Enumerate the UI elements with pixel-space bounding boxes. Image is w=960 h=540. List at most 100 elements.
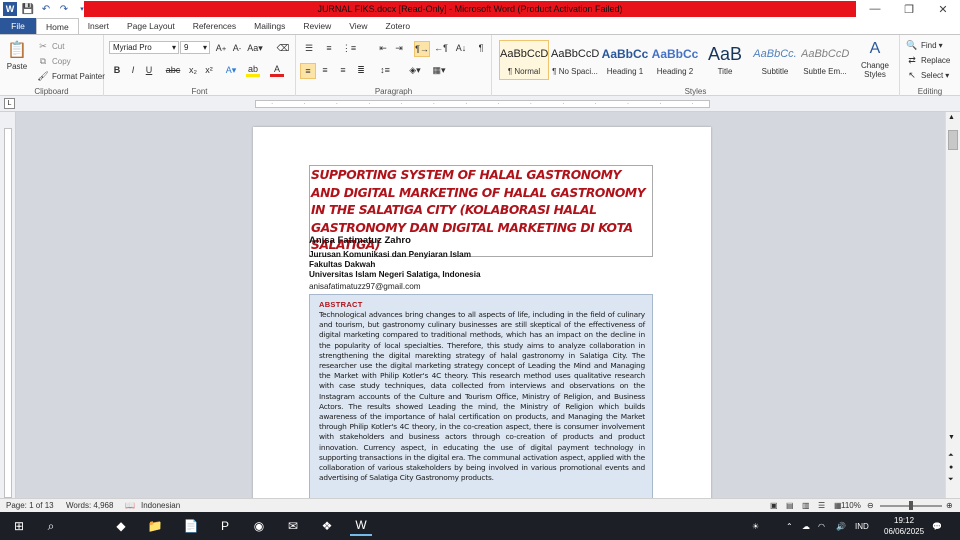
weather-icon[interactable]: ☀: [752, 512, 759, 540]
line-spacing-button[interactable]: ↕≡: [378, 63, 392, 77]
vertical-ruler-scale[interactable]: [4, 128, 12, 498]
volume-icon[interactable]: 🔊: [836, 512, 846, 540]
bullets-button[interactable]: ☰: [302, 41, 316, 55]
align-center-button[interactable]: ≡: [318, 63, 332, 77]
italic-button[interactable]: I: [126, 63, 140, 77]
windows-start-icon[interactable]: ⊞: [8, 516, 30, 536]
affiliation-department[interactable]: Jurusan Komunikasi dan Penyiaran Islam: [309, 250, 471, 259]
style-title[interactable]: AaB Title: [700, 40, 750, 80]
font-color-button[interactable]: A: [270, 63, 284, 77]
grow-font-button[interactable]: A +: [214, 41, 228, 55]
change-case-button[interactable]: Aa▾: [247, 41, 263, 55]
previous-page-icon[interactable]: ⏶: [948, 452, 954, 460]
align-left-button[interactable]: ≡: [300, 63, 316, 79]
tab-page-layout[interactable]: Page Layout: [118, 18, 184, 34]
bold-button[interactable]: B: [110, 63, 124, 77]
abstract-box[interactable]: ABSTRACT Technological advances bring ch…: [309, 294, 653, 498]
replace-button[interactable]: ⇄ Replace: [905, 53, 950, 67]
cut-button[interactable]: ✂ Cut: [36, 39, 64, 53]
clock[interactable]: 19:12 06/06/2025: [884, 512, 924, 540]
zoom-slider-thumb[interactable]: [909, 501, 913, 510]
restore-button[interactable]: ❐: [892, 0, 926, 18]
ruler-scale[interactable]: · · · · · · · · · · · · · ·: [255, 100, 710, 108]
align-right-button[interactable]: ≡: [336, 63, 350, 77]
print-layout-icon[interactable]: ▣: [770, 501, 778, 510]
zoom-level[interactable]: 110%: [841, 501, 861, 510]
show-marks-button[interactable]: ¶: [474, 41, 488, 55]
sort-button[interactable]: A↓: [454, 41, 468, 55]
tab-selector[interactable]: L: [4, 98, 15, 109]
numbering-button[interactable]: ≡: [322, 41, 336, 55]
proofing-icon[interactable]: 📖: [125, 501, 135, 510]
tab-insert[interactable]: Insert: [79, 18, 118, 34]
word-taskbar-icon[interactable]: W: [350, 516, 372, 536]
increase-indent-button[interactable]: ⇥: [392, 41, 406, 55]
clear-formatting-button[interactable]: ⌫: [276, 41, 290, 55]
pdf-icon[interactable]: 📄: [180, 516, 202, 536]
tab-zotero[interactable]: Zotero: [377, 18, 420, 34]
tray-chevron-icon[interactable]: ⌃: [786, 512, 793, 540]
highlight-button[interactable]: ab: [246, 63, 260, 77]
edge-icon[interactable]: ◉: [248, 516, 270, 536]
outlook-icon[interactable]: ✉: [282, 516, 304, 536]
next-page-icon[interactable]: ⏷: [948, 476, 954, 484]
rtl-button[interactable]: ←¶: [434, 41, 448, 55]
copy-button[interactable]: ⧉ Copy: [36, 54, 71, 68]
redo-icon[interactable]: ↷: [57, 2, 71, 16]
font-size-combo[interactable]: 9 ▾: [180, 41, 210, 54]
scroll-up-icon[interactable]: ▲: [948, 114, 955, 121]
word-count[interactable]: Words: 4,968: [66, 501, 113, 510]
underline-button[interactable]: U: [142, 63, 156, 77]
change-styles-button[interactable]: A Change Styles: [852, 39, 898, 79]
borders-button[interactable]: ▦▾: [432, 63, 446, 77]
paste-button[interactable]: 📋 Paste: [6, 39, 28, 71]
undo-icon[interactable]: ↶: [39, 2, 53, 16]
superscript-button[interactable]: x²: [202, 63, 216, 77]
wifi-icon[interactable]: ◠: [818, 512, 825, 540]
powerpoint-icon[interactable]: P: [214, 516, 236, 536]
ltr-button[interactable]: ¶→: [414, 41, 430, 57]
format-painter-button[interactable]: 🖌 Format Painter: [36, 69, 105, 83]
font-name-combo[interactable]: Myriad Pro ▾: [109, 41, 179, 54]
strikethrough-button[interactable]: abc: [166, 63, 181, 77]
page-count[interactable]: Page: 1 of 13: [6, 501, 54, 510]
tab-review[interactable]: Review: [294, 18, 340, 34]
tab-file[interactable]: File: [0, 18, 36, 34]
style-no-spacing[interactable]: AaBbCcDc ¶ No Spaci...: [550, 40, 600, 80]
tab-view[interactable]: View: [340, 18, 376, 34]
style-heading-1[interactable]: AaBbCc Heading 1: [600, 40, 650, 80]
minimize-button[interactable]: —: [858, 0, 892, 18]
zoom-in-icon[interactable]: ⊕: [946, 501, 953, 510]
shrink-font-button[interactable]: A-: [230, 41, 244, 55]
style-subtle-emphasis[interactable]: AaBbCcDı Subtle Em...: [800, 40, 850, 80]
full-screen-reading-icon[interactable]: ▤: [786, 501, 794, 510]
affiliation-faculty[interactable]: Fakultas Dakwah: [309, 260, 375, 269]
save-icon[interactable]: 💾: [21, 2, 35, 16]
style-heading-2[interactable]: AaBbCc Heading 2: [650, 40, 700, 80]
microsoft-365-icon[interactable]: ❖: [316, 516, 338, 536]
style-normal[interactable]: AaBbCcDc ¶ Normal: [499, 40, 549, 80]
outline-icon[interactable]: ☰: [818, 501, 825, 510]
select-button[interactable]: ↖ Select ▾: [905, 68, 949, 82]
tab-references[interactable]: References: [184, 18, 245, 34]
multilevel-list-button[interactable]: ⋮≡: [342, 41, 356, 55]
search-icon[interactable]: ⌕: [40, 516, 62, 536]
close-button[interactable]: ✕: [926, 0, 960, 18]
browse-object-icon[interactable]: ●: [949, 464, 953, 471]
find-button[interactable]: 🔍 Find ▾: [905, 38, 942, 52]
zoom-out-icon[interactable]: ⊖: [867, 501, 874, 510]
scroll-down-icon[interactable]: ▼: [948, 434, 955, 441]
network-icon[interactable]: ☁: [802, 512, 810, 540]
vertical-scrollbar[interactable]: ▲ ▼ ⏶ ● ⏷: [945, 112, 960, 498]
app-icon-red[interactable]: ◆: [110, 516, 132, 536]
file-explorer-icon[interactable]: 📁: [144, 516, 166, 536]
text-effects-button[interactable]: A▾: [224, 63, 238, 77]
abstract-text[interactable]: Technological advances bring changes to …: [319, 310, 645, 483]
subscript-button[interactable]: x₂: [186, 63, 200, 77]
style-subtitle[interactable]: AaBbCc. Subtitle: [750, 40, 800, 80]
author-name[interactable]: Anisa Fatimatuz Zahro: [309, 235, 411, 246]
web-layout-icon[interactable]: ▥: [802, 501, 810, 510]
document-page[interactable]: SUPPORTING SYSTEM OF HALAL GASTRONOMY AN…: [253, 127, 711, 498]
tab-mailings[interactable]: Mailings: [245, 18, 294, 34]
tab-home[interactable]: Home: [36, 18, 79, 34]
